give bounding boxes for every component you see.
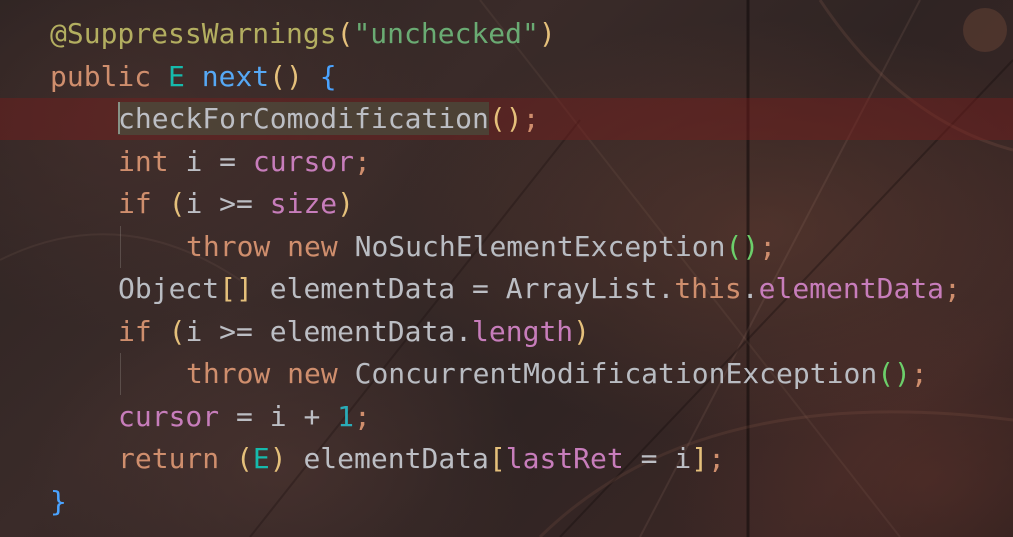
code-line[interactable]: if (i >= elementData.length) bbox=[0, 311, 1013, 354]
code-line[interactable]: } bbox=[0, 481, 1013, 524]
code-line[interactable]: public E next() { bbox=[0, 56, 1013, 99]
code-token: ) bbox=[573, 314, 591, 348]
code-token: ; bbox=[759, 229, 777, 263]
code-token: ; bbox=[354, 144, 371, 178]
code-token: new bbox=[287, 229, 355, 263]
code-token: next bbox=[201, 59, 270, 93]
code-line[interactable]: if (i >= size) bbox=[0, 183, 1013, 226]
code-token: [] bbox=[219, 272, 270, 305]
code-token: ; bbox=[354, 399, 371, 433]
code-token: ( bbox=[236, 442, 253, 475]
code-token: throw bbox=[186, 357, 288, 390]
code-token: () bbox=[488, 102, 523, 135]
code-token: ConcurrentModificationException bbox=[354, 357, 878, 390]
code-token: ( bbox=[168, 314, 186, 348]
code-token: this bbox=[674, 272, 742, 305]
code-line[interactable]: cursor = i + 1; bbox=[0, 396, 1013, 439]
code-token: () bbox=[725, 229, 760, 263]
code-token: Object bbox=[118, 272, 220, 305]
code-token: 1 bbox=[337, 399, 355, 433]
code-token: = i + bbox=[219, 399, 338, 433]
code-token: return bbox=[118, 442, 237, 475]
code-line[interactable]: throw new ConcurrentModificationExceptio… bbox=[0, 353, 1013, 396]
code-line[interactable]: checkForComodification(); bbox=[0, 98, 1013, 141]
code-token: ; bbox=[708, 442, 725, 475]
code-token: cursor bbox=[118, 399, 220, 433]
code-line[interactable]: int i = cursor; bbox=[0, 141, 1013, 184]
code-token: () bbox=[877, 357, 911, 390]
code-token: NoSuchElementException bbox=[354, 229, 726, 263]
code-token: = i bbox=[623, 442, 692, 475]
code-line[interactable]: throw new NoSuchElementException(); bbox=[0, 225, 1013, 269]
code-token: ; bbox=[944, 272, 961, 305]
code-token: lastRet bbox=[505, 442, 624, 475]
code-editor[interactable]: @SuppressWarnings("unchecked") public E n… bbox=[0, 0, 1013, 537]
code-token: checkForComodification bbox=[118, 102, 489, 135]
code-token: new bbox=[287, 357, 355, 390]
code-token: if bbox=[118, 187, 169, 220]
code-token: length bbox=[472, 314, 574, 348]
code-token: ; bbox=[910, 357, 928, 390]
code-token: i >= bbox=[185, 187, 270, 220]
code-token: public bbox=[50, 59, 169, 93]
indent-guide bbox=[120, 353, 121, 395]
code-token: elementData = ArrayList. bbox=[269, 272, 675, 305]
code-token: elementData bbox=[758, 272, 945, 305]
code-token: ) bbox=[269, 442, 304, 475]
code-token: ) bbox=[538, 17, 556, 50]
code-token: @SuppressWarnings bbox=[50, 17, 337, 50]
code-token: int bbox=[118, 144, 186, 178]
code-token: if bbox=[118, 314, 169, 348]
code-token: E bbox=[168, 59, 202, 93]
code-token: ] bbox=[691, 442, 709, 475]
code-area[interactable]: @SuppressWarnings("unchecked") public E n… bbox=[0, 13, 1013, 523]
code-token: () bbox=[269, 59, 320, 93]
code-token: "unchecked" bbox=[353, 17, 539, 50]
code-token: ) bbox=[337, 187, 355, 220]
code-token: throw bbox=[186, 229, 288, 263]
code-line[interactable]: Object[] elementData = ArrayList.this.el… bbox=[0, 268, 1013, 311]
code-token: ( bbox=[168, 187, 186, 220]
code-token: E bbox=[252, 442, 270, 475]
code-line[interactable]: @SuppressWarnings("unchecked") bbox=[0, 13, 1013, 56]
code-line[interactable]: return (E) elementData[lastRet = i]; bbox=[0, 438, 1013, 481]
code-token: size bbox=[269, 187, 338, 220]
code-token: ; bbox=[522, 102, 540, 135]
code-token: . bbox=[741, 272, 759, 305]
code-token: [ bbox=[488, 442, 506, 475]
indent-guide bbox=[120, 225, 121, 268]
code-token: { bbox=[319, 59, 337, 93]
code-token: cursor bbox=[252, 144, 355, 178]
code-token: i = bbox=[185, 144, 253, 178]
code-token: i >= elementData. bbox=[185, 314, 473, 348]
code-token: } bbox=[50, 484, 67, 518]
code-token: ( bbox=[336, 17, 354, 50]
code-token: elementData bbox=[303, 442, 489, 475]
